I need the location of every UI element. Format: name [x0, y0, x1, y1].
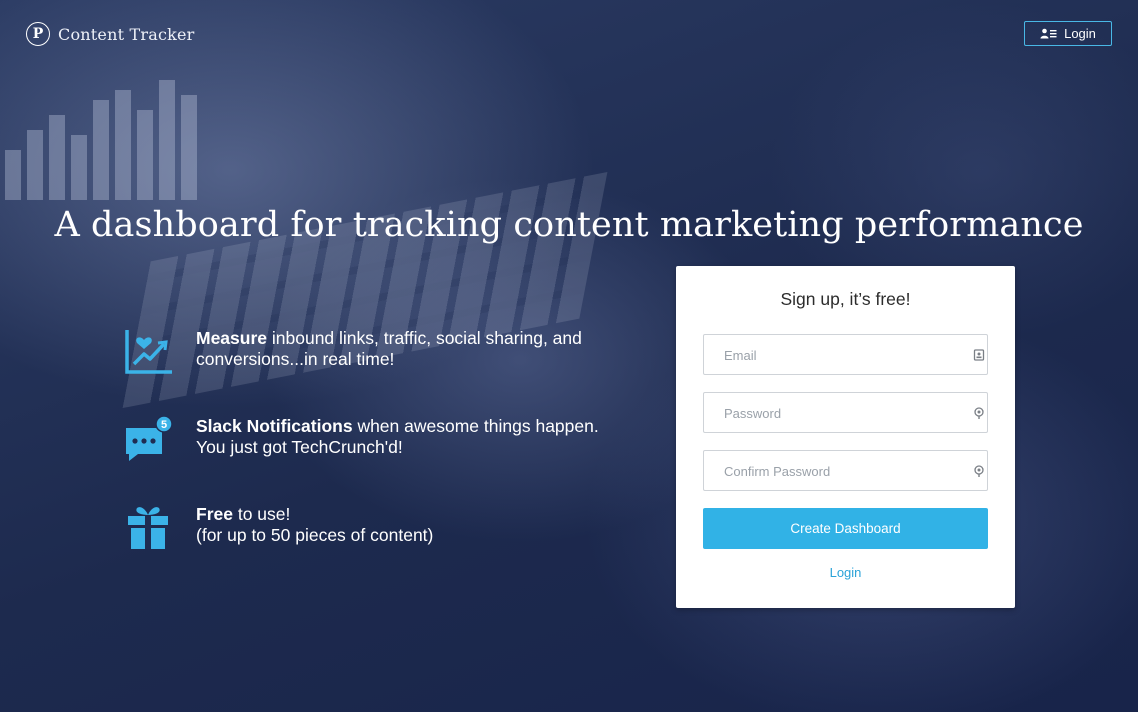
feature-slack-text: when awesome things happen. [352, 416, 599, 436]
feature-free-bold: Free [196, 504, 233, 524]
password-field[interactable] [703, 392, 988, 434]
brand-name: Content Tracker [58, 24, 195, 44]
user-list-icon [1040, 28, 1057, 39]
confirm-password-input[interactable] [722, 451, 966, 492]
feature-slack: 5 Slack Notifications when awesome thing… [124, 416, 599, 464]
feature-free-text: to use! [232, 504, 291, 524]
feature-measure: Measure inbound links, traffic, social s… [124, 328, 582, 376]
feature-measure-line2: conversions...in real time! [196, 349, 395, 369]
signup-title: Sign up, it’s free! [780, 289, 911, 309]
background-bar-chart [5, 80, 197, 200]
chat-notification-icon: 5 [126, 416, 173, 461]
password-input[interactable] [722, 393, 966, 434]
feature-free: Free to use! (for up to 50 pieces of con… [124, 504, 433, 552]
gift-icon [128, 507, 168, 549]
feature-measure-bold: Measure [196, 328, 268, 348]
chart-heart-icon [125, 330, 172, 374]
email-field[interactable] [703, 334, 988, 376]
confirm-password-field[interactable] [703, 450, 988, 492]
header-login-label: Login [1064, 26, 1096, 41]
contact-card-icon [973, 349, 985, 361]
feature-measure-text: inbound links, traffic, social sharing, … [267, 328, 582, 348]
header-login-button[interactable]: Login [1024, 21, 1112, 46]
key-icon [974, 407, 984, 419]
email-input[interactable] [722, 335, 966, 376]
feature-free-line2: (for up to 50 pieces of content) [196, 525, 434, 545]
brand[interactable]: P Content Tracker [26, 22, 195, 46]
feature-slack-bold: Slack Notifications [196, 416, 353, 436]
hero-headline: A dashboard for tracking content marketi… [54, 205, 1084, 246]
feature-slack-line2: You just got TechCrunch'd! [196, 437, 403, 457]
brand-logo-icon: P [26, 22, 50, 46]
create-dashboard-button[interactable]: Create Dashboard [703, 508, 988, 549]
signup-login-link[interactable]: Login [676, 565, 1015, 580]
signup-card: Sign up, it’s free! Create Dashboard Log… [676, 266, 1015, 608]
notification-badge: 5 [161, 419, 167, 431]
key-icon [974, 465, 984, 477]
